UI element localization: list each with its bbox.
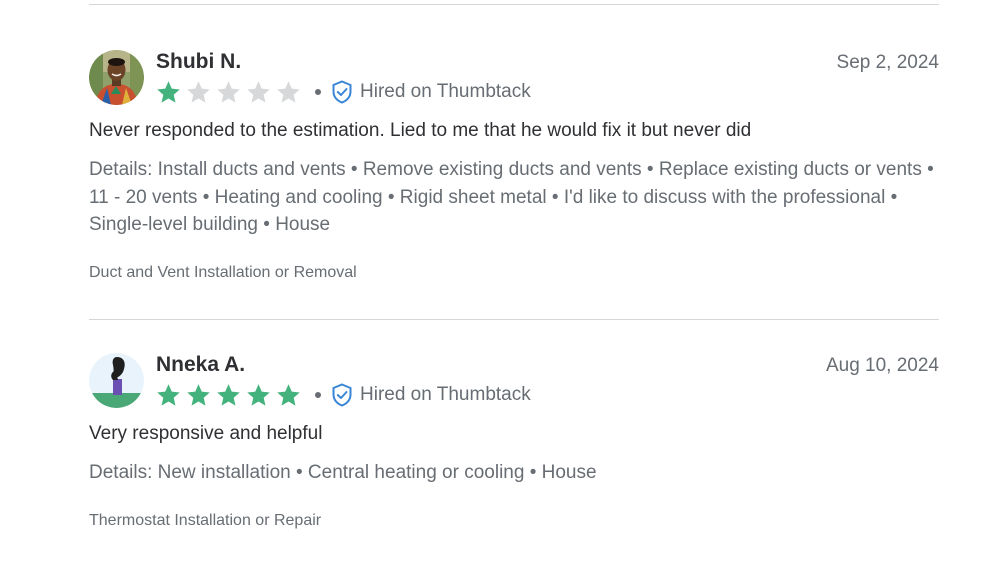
star-filled-icon [157, 383, 180, 406]
review-details: Details: Install ducts and vents • Remov… [89, 159, 934, 235]
star-filled-icon [247, 383, 270, 406]
shield-check-icon [332, 383, 352, 407]
star-filled-icon [277, 383, 300, 406]
review-text: Never responded to the estimation. Lied … [89, 120, 752, 141]
star-filled-icon [157, 80, 180, 103]
star-empty-icon [247, 80, 270, 103]
divider [89, 4, 939, 5]
review-date: Aug 10, 2024 [825, 355, 939, 376]
star-empty-icon [187, 80, 210, 103]
hired-label: Hired on Thumbtack [360, 384, 531, 405]
star-empty-icon [277, 80, 300, 103]
star-rating [155, 79, 305, 106]
review-details: Details: New installation • Central heat… [89, 462, 597, 483]
shield-check-icon [332, 80, 352, 104]
rating-row: Hired on Thumbtack [155, 381, 531, 409]
reviewer-name: Shubi N. [156, 50, 242, 73]
star-rating [155, 382, 305, 409]
star-empty-icon [217, 80, 240, 103]
rating-row: Hired on Thumbtack [155, 78, 531, 106]
reviewer-name: Nneka A. [156, 353, 246, 376]
reviewer-avatar-illustration [89, 353, 144, 408]
divider [89, 319, 939, 320]
separator-dot [315, 89, 321, 95]
star-filled-icon [187, 383, 210, 406]
reviewer-avatar-photo [89, 50, 144, 105]
star-filled-icon [217, 383, 240, 406]
review-date: Sep 2, 2024 [836, 52, 939, 73]
service-category: Duct and Vent Installation or Removal [89, 264, 357, 281]
service-category: Thermostat Installation or Repair [89, 512, 322, 529]
review-text: Very responsive and helpful [89, 423, 323, 444]
hired-label: Hired on Thumbtack [360, 81, 531, 102]
reviews-page: Shubi N. Sep 2, 2024 Hired on Thumbtack … [0, 0, 1000, 579]
separator-dot [315, 392, 321, 398]
